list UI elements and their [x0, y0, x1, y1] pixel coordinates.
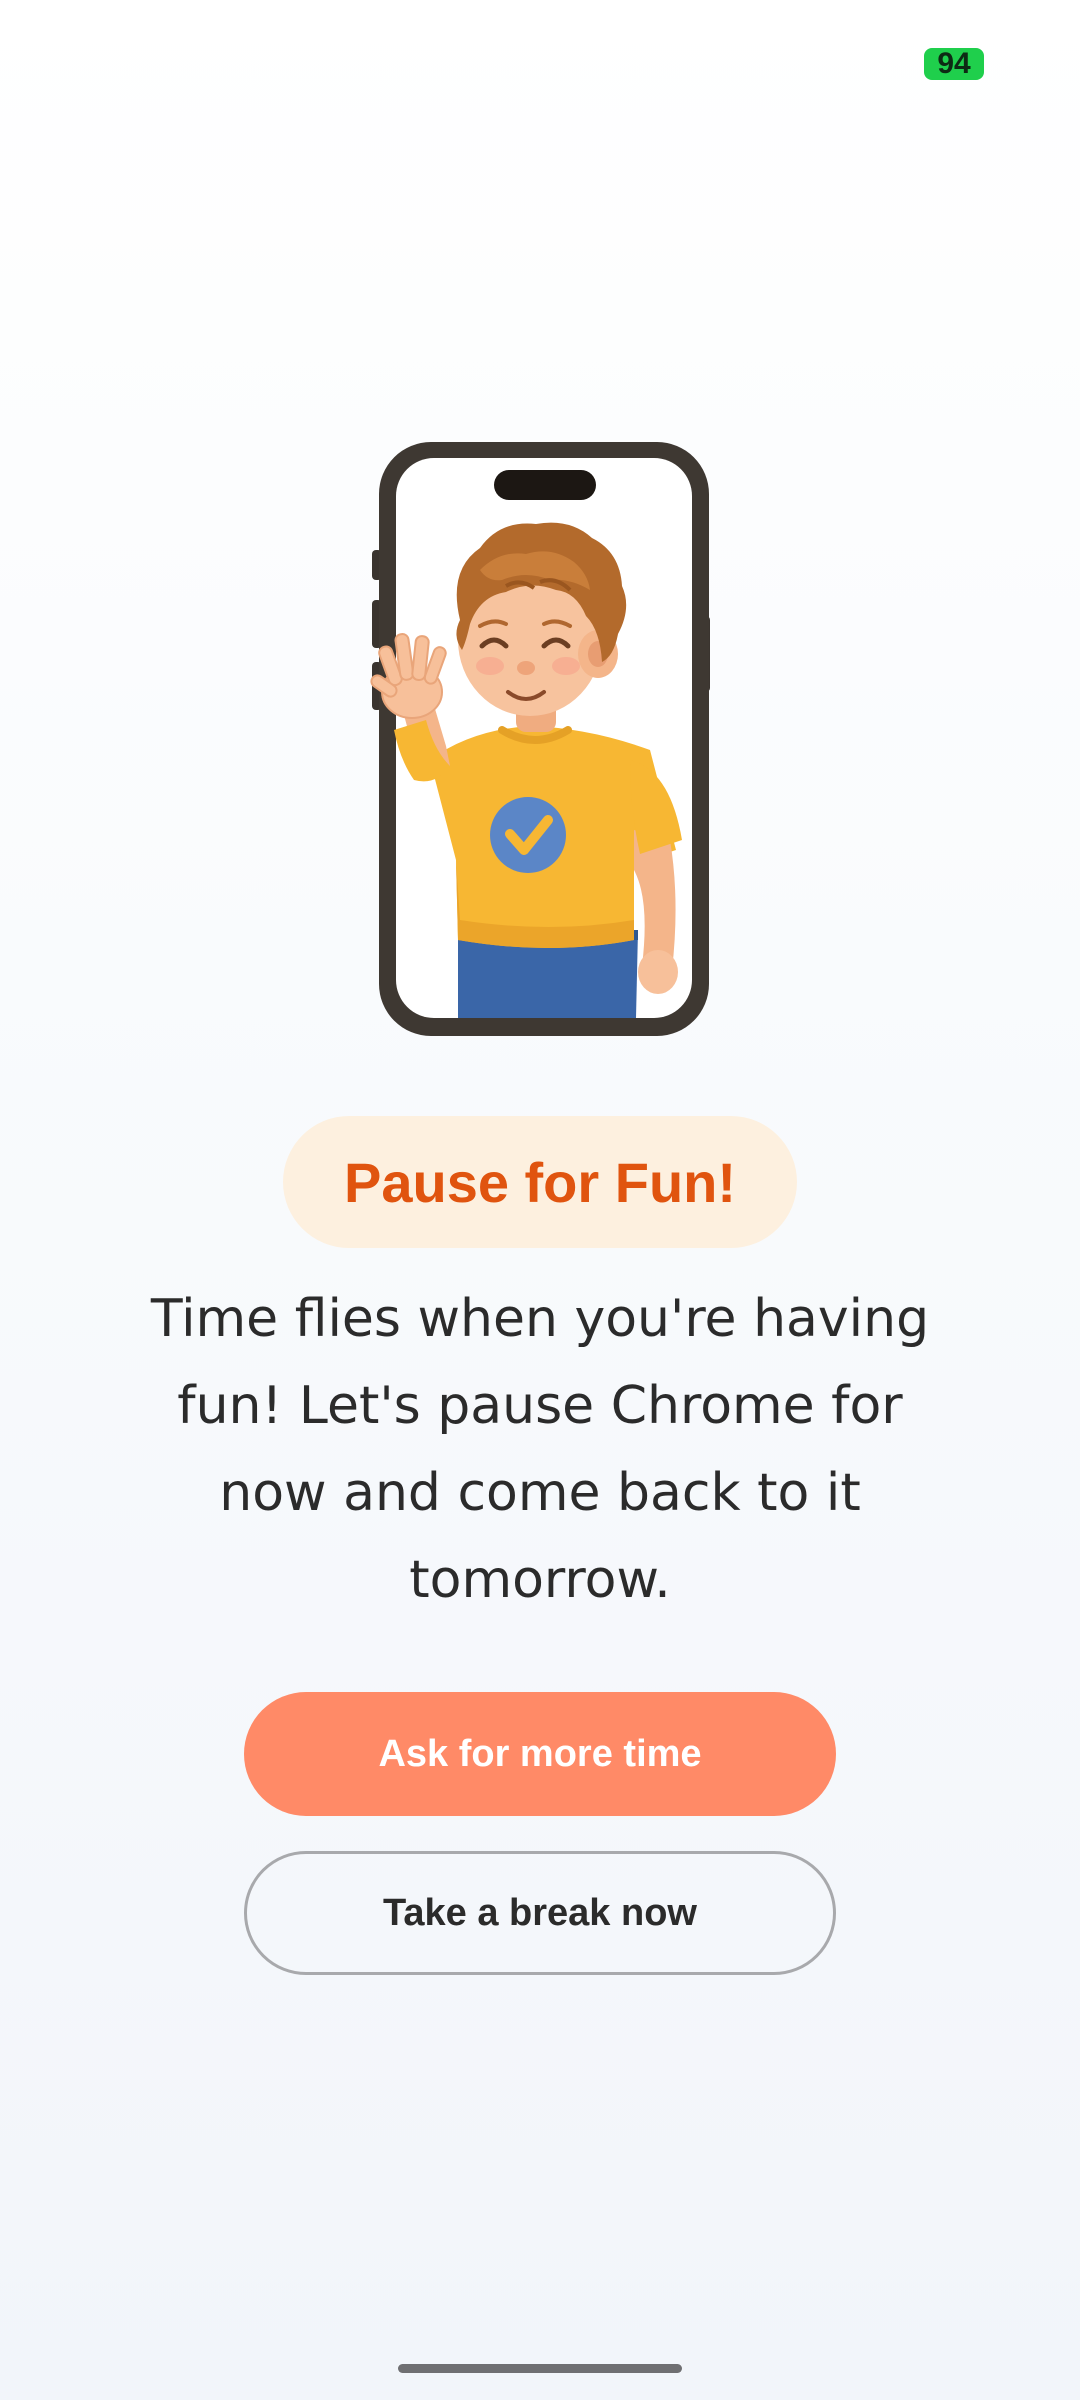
phone-waving-child-illustration: [330, 430, 730, 1050]
battery-level: 94: [937, 47, 971, 80]
ask-for-more-time-button[interactable]: Ask for more time: [244, 1692, 836, 1816]
status-bar: 94: [0, 0, 1080, 130]
battery-indicator: 94: [924, 47, 984, 80]
ask-for-more-time-label: Ask for more time: [378, 1732, 702, 1775]
break-message: Time flies when you're having fun! Let's…: [150, 1289, 930, 1610]
title-badge: Pause for Fun!: [283, 1116, 797, 1248]
page-title: Pause for Fun!: [343, 1150, 737, 1214]
home-indicator[interactable]: [398, 2364, 682, 2373]
take-a-break-now-button[interactable]: Take a break now: [244, 1851, 836, 1975]
take-a-break-now-label: Take a break now: [383, 1891, 697, 1934]
